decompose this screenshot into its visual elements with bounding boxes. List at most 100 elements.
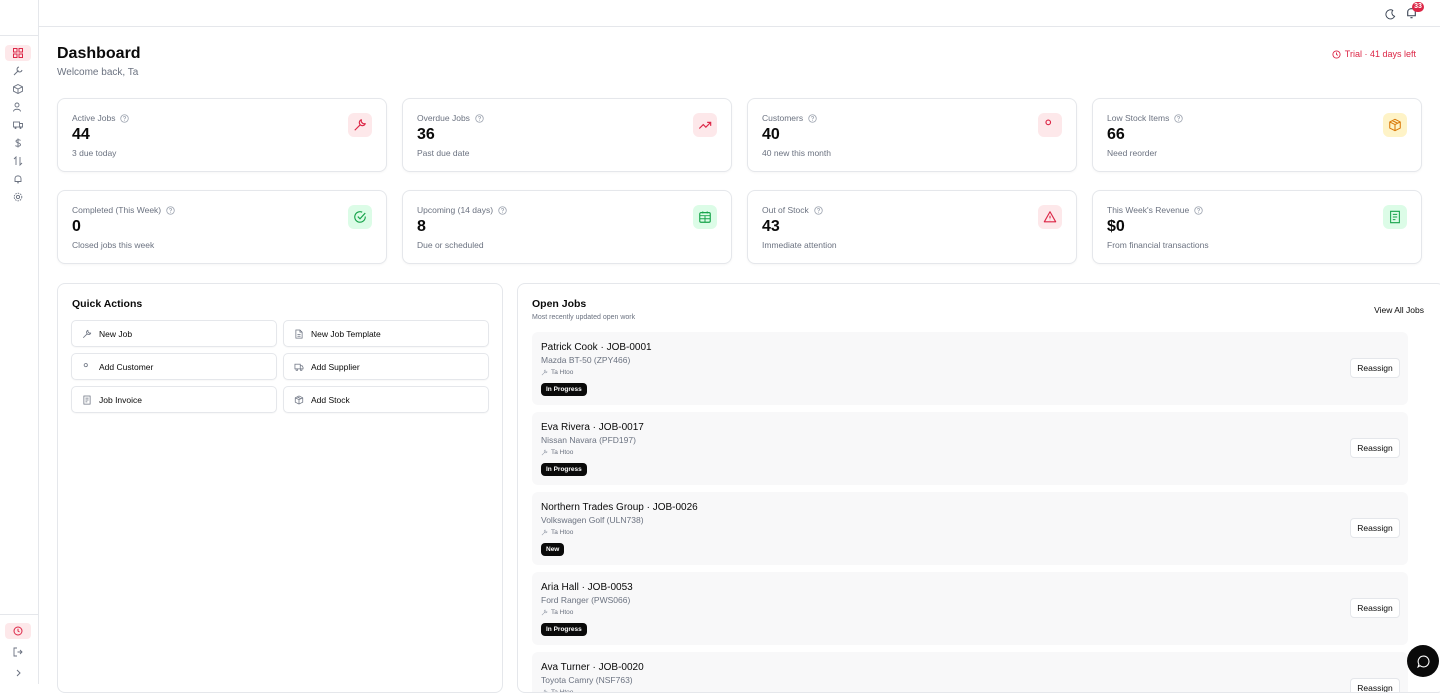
help-icon — [814, 206, 823, 215]
wrench-icon — [541, 369, 548, 376]
stat-icon-box — [1383, 205, 1407, 229]
reassign-button[interactable]: Reassign — [1350, 518, 1400, 538]
sidebar-item-customers[interactable] — [5, 99, 31, 115]
stat-card[interactable]: Low Stock Items 66 Need reorder — [1092, 98, 1422, 172]
job-card[interactable]: Aria Hall · JOB-0053Ford Ranger (PWS066)… — [532, 572, 1408, 645]
alert-triangle-icon — [1043, 210, 1057, 224]
stat-value: 44 — [72, 126, 90, 144]
help-icon — [498, 206, 507, 215]
view-all-jobs-link[interactable]: View All Jobs — [1374, 305, 1424, 315]
stat-card[interactable]: Active Jobs443 due today — [57, 98, 387, 172]
chat-button[interactable] — [1407, 645, 1439, 677]
trial-text: Trial · 41 days left — [1345, 49, 1416, 59]
quick-action-add-supplier-button[interactable]: Add Supplier — [283, 353, 489, 380]
wrench-icon — [541, 529, 548, 536]
stat-note: Due or scheduled — [417, 240, 484, 250]
stat-card[interactable]: Completed (This Week)0Closed jobs this w… — [57, 190, 387, 264]
job-card[interactable]: Ava Turner · JOB-0020Toyota Camry (NSF76… — [532, 652, 1408, 693]
sidebar-item-logout[interactable] — [5, 644, 31, 660]
receipt-icon — [1388, 210, 1402, 224]
job-title: Patrick Cook · JOB-0001 — [541, 342, 652, 353]
package-icon — [13, 84, 23, 94]
job-status-badge: In Progress — [541, 463, 587, 476]
main-content: Dashboard Welcome back, Ta Trial · 41 da… — [39, 27, 1440, 684]
stat-value: 66 — [1107, 126, 1125, 144]
sidebar-item-dashboard[interactable] — [5, 45, 31, 61]
sidebar-item-settings[interactable] — [5, 189, 31, 205]
stat-label: Active Jobs — [72, 113, 129, 123]
page-title: Dashboard — [57, 45, 141, 63]
help-icon — [1174, 114, 1183, 123]
job-card[interactable]: Eva Rivera · JOB-0017 Nissan Navara (PFD1… — [532, 412, 1408, 485]
stat-card[interactable]: Out of Stock43Immediate attention — [747, 190, 1077, 264]
stat-note: 40 new this month — [762, 148, 831, 158]
quick-action-job-invoice-button[interactable]: Job Invoice — [71, 386, 277, 413]
clock-icon — [13, 626, 23, 636]
stat-note: Immediate attention — [762, 240, 837, 250]
quick-action-label: Add Stock — [311, 395, 350, 405]
sidebar-item-finance[interactable] — [5, 135, 31, 151]
quick-action-add-stock-button[interactable]: Add Stock — [283, 386, 489, 413]
wrench-icon — [82, 329, 92, 339]
theme-toggle-button[interactable] — [1385, 7, 1396, 25]
job-title: Aria Hall · JOB-0053 — [541, 582, 633, 593]
sidebar-item-notifications[interactable] — [5, 171, 31, 187]
wrench-icon — [541, 609, 548, 616]
stat-label: Low Stock Items — [1107, 113, 1183, 123]
sidebar-expand-button[interactable] — [5, 665, 31, 681]
stat-icon-box — [693, 205, 717, 229]
reassign-button[interactable]: Reassign — [1350, 598, 1400, 618]
quick-actions-title: Quick Actions — [72, 298, 142, 310]
sidebar-item-transfers[interactable] — [5, 153, 31, 169]
help-icon — [120, 114, 129, 123]
job-title: Eva Rivera · JOB-0017 — [541, 422, 644, 433]
quick-action-label: New Job — [99, 329, 132, 339]
help-icon — [1194, 206, 1203, 215]
package-icon — [294, 395, 304, 405]
reassign-button[interactable]: Reassign — [1350, 678, 1400, 693]
reassign-button[interactable]: Reassign — [1350, 358, 1400, 378]
sidebar-item-suppliers[interactable] — [5, 117, 31, 133]
job-card[interactable]: Northern Trades Group · JOB-0026Volkswag… — [532, 492, 1408, 565]
arrows-icon — [13, 156, 23, 166]
job-technician: Ta Htoo — [541, 369, 573, 376]
calendar-icon — [698, 210, 712, 224]
stat-card[interactable]: Overdue Jobs36Past due date — [402, 98, 732, 172]
stat-label: This Week's Revenue — [1107, 205, 1203, 215]
logout-icon — [13, 647, 23, 657]
stat-card[interactable]: Upcoming (14 days)8Due or scheduled — [402, 190, 732, 264]
job-technician: Ta Htoo — [541, 449, 573, 456]
wrench-icon — [353, 118, 367, 132]
stat-value: 40 — [762, 126, 780, 144]
sidebar-item-inventory[interactable] — [5, 81, 31, 97]
sidebar-item-jobs[interactable] — [5, 63, 31, 79]
wrench-icon — [541, 689, 548, 693]
job-title: Ava Turner · JOB-0020 — [541, 662, 644, 673]
job-vehicle: Nissan Navara (PFD197) — [541, 435, 636, 445]
quick-action-label: Add Customer — [99, 362, 153, 372]
stat-note: Past due date — [417, 148, 469, 158]
quick-action-new-job-button[interactable]: New Job — [71, 320, 277, 347]
file-icon — [294, 329, 304, 339]
reassign-button[interactable]: Reassign — [1350, 438, 1400, 458]
check-circle-icon — [353, 210, 367, 224]
job-card[interactable]: Patrick Cook · JOB-0001Mazda BT-50 (ZPY4… — [532, 332, 1408, 405]
package-icon — [1388, 118, 1402, 132]
job-status-badge: In Progress — [541, 383, 587, 396]
sidebar-item-trial[interactable] — [5, 623, 31, 639]
job-vehicle: Volkswagen Golf (ULN738) — [541, 515, 644, 525]
sidebar — [0, 0, 39, 684]
stat-note: Need reorder — [1107, 148, 1157, 158]
trial-banner[interactable]: Trial · 41 days left — [1332, 49, 1416, 59]
stat-value: 36 — [417, 126, 435, 144]
stat-card[interactable]: This Week's Revenue$0From financial tran… — [1092, 190, 1422, 264]
quick-action-add-customer-button[interactable]: Add Customer — [71, 353, 277, 380]
job-technician: Ta Htoo — [541, 689, 573, 693]
notification-count-badge: 33 — [1412, 2, 1424, 12]
quick-action-new-job-template-button[interactable]: New Job Template — [283, 320, 489, 347]
stat-icon-box — [1038, 205, 1062, 229]
users-icon — [13, 102, 23, 112]
stat-value: 8 — [417, 218, 426, 236]
stat-icon-box — [1038, 113, 1062, 137]
stat-card[interactable]: Customers4040 new this month — [747, 98, 1077, 172]
